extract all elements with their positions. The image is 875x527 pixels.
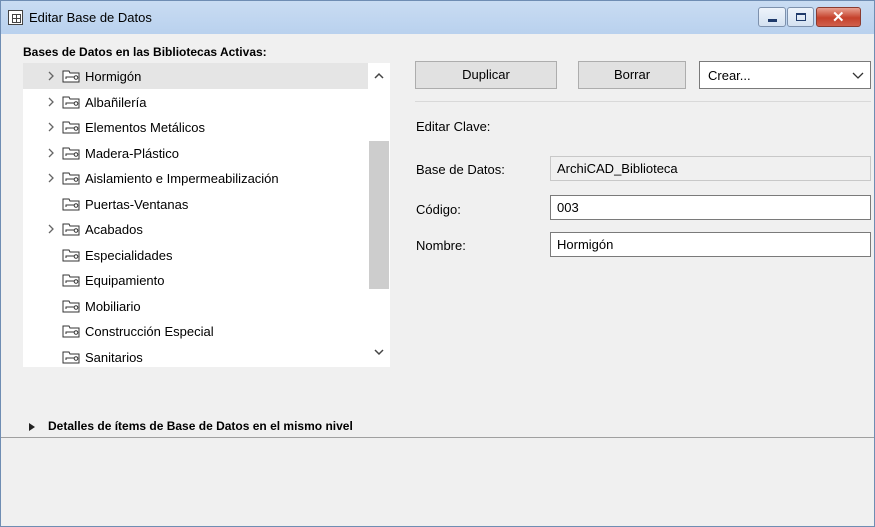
- panel-divider: [415, 101, 871, 102]
- scroll-up-icon[interactable]: [373, 70, 385, 82]
- tree-item-label: Madera-Plástico: [85, 145, 179, 161]
- library-section-label: Bases de Datos en las Bibliotecas Activa…: [23, 45, 267, 59]
- database-folder-icon: [62, 70, 80, 83]
- database-folder-icon: [62, 249, 80, 261]
- code-label: Código:: [416, 202, 461, 217]
- details-section-toggle[interactable]: Detalles de ítems de Base de Datos en el…: [48, 419, 353, 433]
- chevron-right-icon[interactable]: [47, 70, 55, 82]
- tree-item-label: Aislamiento e Impermeabilización: [85, 171, 279, 186]
- name-field[interactable]: Hormigón: [550, 232, 871, 257]
- tree-item-label: Acabados: [85, 222, 143, 237]
- database-folder-icon: [62, 198, 80, 210]
- details-area: [1, 438, 874, 526]
- delete-button[interactable]: Borrar: [578, 61, 686, 89]
- database-window-icon: [8, 10, 23, 25]
- create-dropdown-value: Crear...: [708, 68, 751, 83]
- tree-item[interactable]: Especialidades: [23, 242, 368, 268]
- tree-item-label: Hormigón: [85, 69, 142, 84]
- edit-key-heading: Editar Clave:: [416, 119, 491, 134]
- scroll-thumb[interactable]: [369, 141, 389, 289]
- tree-item-label: Construcción Especial: [85, 324, 214, 339]
- close-icon: ✕: [832, 9, 845, 26]
- name-label: Nombre:: [416, 238, 466, 253]
- tree-item-label: Puertas-Ventanas: [85, 196, 189, 212]
- tree-item-label: Mobiliario: [85, 298, 141, 314]
- title-bar[interactable]: Editar Base de Datos ✕: [1, 1, 874, 34]
- database-field: ArchiCAD_Biblioteca: [550, 156, 871, 181]
- code-field[interactable]: 003: [550, 195, 871, 220]
- database-folder-icon: [62, 96, 80, 108]
- database-folder-icon: [62, 351, 80, 363]
- maximize-button[interactable]: [787, 7, 814, 27]
- tree-item[interactable]: Puertas-Ventanas: [23, 191, 368, 217]
- database-tree[interactable]: Hormigón Albañilería Elementos Metálicos Ma…: [23, 63, 390, 367]
- tree-scrollbar[interactable]: [368, 63, 390, 367]
- database-folder-icon: [62, 223, 80, 236]
- chevron-right-icon[interactable]: [47, 121, 55, 133]
- tree-item-label: Especialidades: [85, 247, 173, 263]
- expand-details-icon[interactable]: [29, 423, 35, 431]
- tree-item[interactable]: Equipamiento: [23, 267, 368, 293]
- scroll-down-icon[interactable]: [373, 346, 385, 358]
- tree-item-label: Elementos Metálicos: [85, 120, 205, 135]
- chevron-down-icon: [852, 72, 864, 79]
- tree-item[interactable]: Sanitarios: [23, 344, 368, 368]
- tree-item[interactable]: Hormigón: [23, 63, 368, 89]
- chevron-right-icon[interactable]: [47, 147, 55, 159]
- tree-item[interactable]: Elementos Metálicos: [23, 114, 368, 140]
- maximize-icon: [796, 13, 806, 21]
- chevron-right-icon[interactable]: [47, 172, 55, 184]
- database-label: Base de Datos:: [416, 162, 505, 177]
- create-dropdown[interactable]: Crear...: [699, 61, 871, 89]
- tree-item-label: Equipamiento: [85, 273, 165, 288]
- tree-item-label: Sanitarios: [85, 349, 143, 365]
- tree-item[interactable]: Construcción Especial: [23, 318, 368, 344]
- database-folder-icon: [62, 172, 80, 185]
- window-title: Editar Base de Datos: [29, 10, 152, 25]
- tree-item[interactable]: Madera-Plástico: [23, 140, 368, 166]
- edit-database-window: Editar Base de Datos ✕ Bases de Datos en…: [0, 0, 875, 527]
- database-folder-icon: [62, 147, 80, 159]
- tree-item-label: Albañilería: [85, 94, 147, 110]
- tree-item[interactable]: Acabados: [23, 216, 368, 242]
- close-button[interactable]: ✕: [816, 7, 861, 27]
- database-folder-icon: [62, 121, 80, 134]
- chevron-right-icon[interactable]: [47, 96, 55, 108]
- tree-item[interactable]: Mobiliario: [23, 293, 368, 319]
- tree-item[interactable]: Aislamiento e Impermeabilización: [23, 165, 368, 191]
- database-folder-icon: [62, 274, 80, 287]
- minimize-button[interactable]: [758, 7, 786, 27]
- duplicate-button[interactable]: Duplicar: [415, 61, 557, 89]
- database-folder-icon: [62, 325, 80, 338]
- tree-item[interactable]: Albañilería: [23, 89, 368, 115]
- chevron-right-icon[interactable]: [47, 223, 55, 235]
- minimize-icon: [768, 19, 777, 22]
- database-folder-icon: [62, 300, 80, 312]
